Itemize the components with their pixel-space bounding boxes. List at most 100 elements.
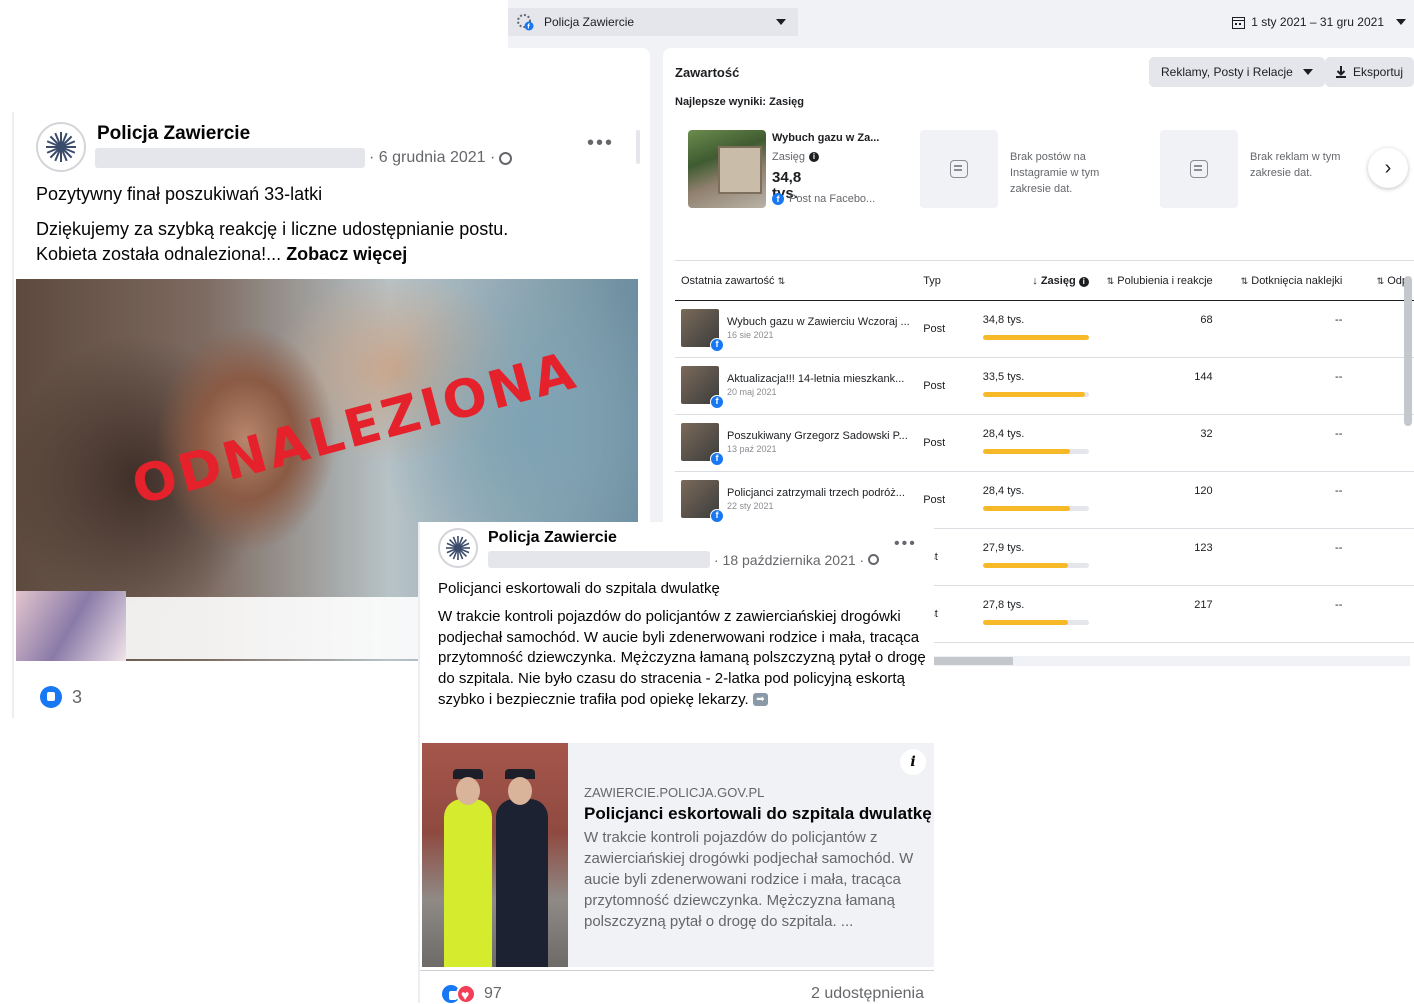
- reach-cell: 34,8 tys.: [976, 300, 1095, 358]
- arrow-right-icon: ➡: [752, 693, 768, 707]
- link-preview[interactable]: i ZAWIERCIE.POLICJA.GOV.PL Policjanci es…: [422, 743, 934, 967]
- sticker-cell: --: [1218, 300, 1349, 358]
- content-title[interactable]: Wybuch gazu w Zawierciu Wczoraj ...: [727, 301, 911, 328]
- content-title[interactable]: Poszukiwany Grzegorz Sadowski P...: [727, 415, 911, 442]
- sticker-cell: --: [1218, 528, 1349, 586]
- reaction-count: 3: [72, 686, 83, 707]
- content-cell[interactable]: f Poszukiwany Grzegorz Sadowski P... 13 pa…: [675, 414, 918, 472]
- info-icon: i: [1078, 276, 1089, 287]
- reach-cell: 27,9 tys.: [976, 528, 1095, 586]
- reach-value: 27,8 tys.: [982, 599, 1025, 611]
- type-cell: Post: [917, 471, 977, 529]
- column-header-sticker[interactable]: ⇅ Dotknięcia naklejki: [1218, 260, 1349, 301]
- top-results-label: Najlepsze wyniki: Zasięg: [675, 96, 804, 108]
- more-options-icon[interactable]: •••: [894, 535, 917, 553]
- page-selector[interactable]: f Policja Zawiercie: [508, 8, 798, 36]
- empty-instagram-thumbnail: [920, 130, 998, 208]
- sticker-value: --: [1335, 428, 1343, 440]
- reach-value: 27,9 tys.: [982, 542, 1025, 554]
- post-body-line-1: Dziękujemy za szybką reakcję i liczne ud…: [36, 219, 509, 239]
- post-meta: · 18 października 2021 ·: [488, 551, 880, 568]
- likes-value: 120: [1194, 485, 1213, 497]
- post-author[interactable]: Policja Zawiercie: [488, 529, 617, 547]
- sort-icon: ⇅: [1240, 275, 1249, 286]
- table-row[interactable]: f Aktualizacja!!! 14-letnia mieszkank... 2…: [675, 357, 1414, 415]
- type-cell: Post: [917, 300, 977, 358]
- more-options-icon[interactable]: •••: [587, 132, 614, 155]
- column-header-reach[interactable]: ↓ Zasięg i: [976, 260, 1095, 301]
- content-title[interactable]: Aktualizacja!!! 14-letnia mieszkank...: [727, 358, 911, 385]
- empty-ads-text: Brak reklam w tym zakresie dat.: [1250, 151, 1341, 179]
- police-logo-avatar[interactable]: [36, 122, 86, 172]
- scrollbar-thumb[interactable]: [636, 130, 640, 164]
- content-cell[interactable]: f Aktualizacja!!! 14-letnia mieszkank... 2…: [675, 357, 918, 415]
- empty-ads-thumbnail: [1160, 130, 1238, 208]
- carousel-next-button[interactable]: ›: [1368, 148, 1408, 188]
- post-headline: Policjanci eskortowali do szpitala dwula…: [438, 580, 720, 597]
- reactions-summary[interactable]: 3: [40, 686, 82, 708]
- facebook-icon: f: [710, 452, 724, 466]
- table-row[interactable]: f Poszukiwany Grzegorz Sadowski P... 13 pa…: [675, 414, 1414, 472]
- likes-value: 217: [1194, 599, 1213, 611]
- sticker-value: --: [1335, 599, 1343, 611]
- reactions-summary[interactable]: 97: [442, 984, 502, 1004]
- post-body-line-2: Kobieta została odnaleziona!...: [36, 244, 282, 264]
- info-icon[interactable]: i: [900, 749, 926, 775]
- page-avatar-icon: f: [516, 13, 534, 31]
- empty-ads-card: Brak reklam w tym zakresie dat.: [1160, 130, 1340, 210]
- likes-cell: 123: [1094, 528, 1219, 586]
- table-vertical-scrollbar[interactable]: [1402, 262, 1412, 652]
- reach-bar-track: [982, 335, 1089, 340]
- table-row[interactable]: f Policjanci zatrzymali trzech podróż... 2…: [675, 471, 1414, 529]
- page-selector-label: Policja Zawiercie: [544, 15, 635, 29]
- content-cell[interactable]: f Wybuch gazu w Zawierciu Wczoraj ... 16 s…: [675, 300, 918, 358]
- likes-value: 144: [1194, 371, 1213, 383]
- scrollbar-thumb[interactable]: [933, 657, 1013, 665]
- column-header-content[interactable]: Ostatnia zawartość ⇅: [675, 260, 918, 301]
- reach-bar-track: [982, 620, 1089, 625]
- reach-value: 34,8 tys.: [982, 314, 1025, 326]
- content-thumbnail: f: [681, 309, 724, 352]
- post-body: Dziękujemy za szybką reakcję i liczne ud…: [36, 217, 636, 267]
- sticker-value: --: [1335, 542, 1343, 554]
- content-type: Post: [923, 437, 946, 449]
- decorative-flowers: [16, 591, 126, 661]
- top-post-title: Wybuch gazu w Za...: [772, 132, 880, 144]
- image-stamp-text: ODNALEZIONA: [126, 340, 584, 518]
- likes-cell: 68: [1094, 300, 1219, 358]
- top-post-metric-label: Zasięg: [772, 151, 806, 163]
- scrollbar-thumb[interactable]: [1404, 276, 1412, 426]
- sort-desc-icon: ↓: [1032, 274, 1038, 287]
- chevron-down-icon: [1396, 19, 1406, 25]
- see-more-link[interactable]: Zobacz więcej: [286, 244, 407, 264]
- sticker-value: --: [1335, 371, 1343, 383]
- column-header-likes[interactable]: ⇅ Polubienia i reakcje: [1094, 260, 1219, 301]
- reach-value: 33,5 tys.: [982, 371, 1025, 383]
- top-post-card[interactable]: Wybuch gazu w Za... Zasięg i 34,8 tys. f…: [688, 130, 879, 210]
- reach-bar-fill: [982, 620, 1068, 625]
- info-icon: i: [809, 152, 820, 162]
- svg-text:f: f: [527, 24, 530, 31]
- shares-count[interactable]: 2 udostępnienia: [811, 985, 924, 1003]
- date-range-picker[interactable]: 1 sty 2021 – 31 gru 2021: [1232, 8, 1406, 36]
- officer-figure: [496, 769, 548, 967]
- link-title: Policjanci eskortowali do szpitala dwula…: [584, 804, 932, 823]
- column-header-type[interactable]: Typ: [917, 260, 977, 301]
- table-row[interactable]: f Wybuch gazu w Zawierciu Wczoraj ... 16 s…: [675, 300, 1414, 358]
- likes-value: 68: [1200, 314, 1213, 326]
- export-button[interactable]: Eksportuj: [1325, 57, 1414, 87]
- post-author[interactable]: Policja Zawiercie: [97, 123, 250, 145]
- post-date[interactable]: · 18 października 2021 ·: [714, 552, 864, 568]
- police-logo-avatar[interactable]: [438, 528, 478, 568]
- content-type: Post: [923, 323, 946, 335]
- content-title[interactable]: Policjanci zatrzymali trzech podróż...: [727, 472, 911, 499]
- content-filter-dropdown[interactable]: Reklamy, Posty i Relacje: [1149, 57, 1325, 87]
- top-post-metric: Zasięg i: [772, 149, 922, 165]
- content-cell[interactable]: f Policjanci zatrzymali trzech podróż... 2…: [675, 471, 918, 529]
- reach-bar-fill: [982, 506, 1070, 511]
- empty-instagram-card: Brak postów na Instagramie w tym zakresi…: [920, 130, 1099, 210]
- date-range-label: 1 sty 2021 – 31 gru 2021: [1251, 15, 1384, 29]
- likes-cell: 217: [1094, 585, 1219, 643]
- post-date[interactable]: · 6 grudnia 2021 ·: [369, 149, 495, 167]
- sticker-cell: --: [1218, 471, 1349, 529]
